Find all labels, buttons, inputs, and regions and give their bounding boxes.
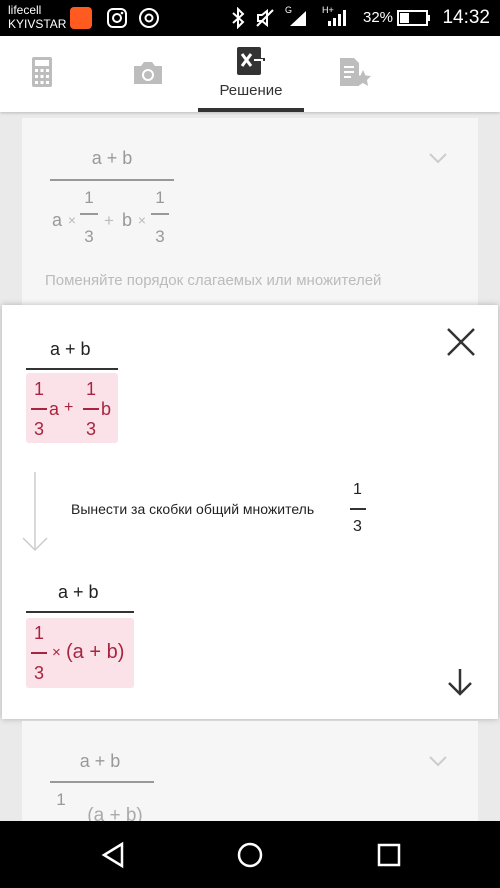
step1-numerator: a + b [50,339,91,359]
next-fraction-bar [50,781,154,783]
navigation-bar [0,821,500,888]
step1-frac-bar-b [83,408,99,410]
den-one-1: 1 [84,188,94,207]
app-notification-icon [70,7,92,29]
step-factor-den: 3 [353,518,362,535]
den-frac-bar-1 [80,213,98,215]
battery-icon [397,10,430,26]
tab-calculator[interactable] [0,36,95,112]
chrome-icon [139,8,159,28]
step2-paren: (a + b) [66,641,125,663]
clock: 14:32 [442,7,490,28]
carrier-name: lifecell KYIVSTAR [8,3,66,31]
solution-icon [237,47,265,75]
step-factor-num: 1 [353,481,362,498]
step-description: Вынести за скобки общий множитель [71,501,315,517]
den-three-1: 3 [84,227,94,246]
tab-solution[interactable] [198,36,304,112]
step2-one: 1 [34,623,45,643]
camera-icon [134,62,162,84]
next-numerator: a + b [79,751,121,771]
favorites-icon [340,58,371,86]
step1-three-b: 3 [86,419,97,439]
step2-fraction-bar [26,611,134,613]
den-three-2: 3 [155,227,165,246]
signal-strength-icon-2 [328,10,346,26]
carrier-line2: KYIVSTAR [8,17,67,31]
bluetooth-icon [232,7,245,29]
step1-one-b: 1 [86,379,97,399]
back-icon[interactable] [100,841,128,869]
tab-solution-label: Решение [219,82,283,99]
step1-a: a [49,399,60,419]
step1-frac-bar-a [31,408,47,410]
step-arrow-icon [22,472,48,552]
step-detail-panel: a + b 1 3 a + 1 3 b Вынести за скобки об… [2,305,498,719]
den-a: a [51,210,62,230]
den-times: × [67,212,77,228]
step1-fraction-bar [26,368,118,370]
active-tab-indicator [198,108,304,112]
den-b: b [121,210,132,230]
next-step-card[interactable]: a + b 1 (a + b) [22,721,478,821]
next-den-tail: (a + b) [87,805,143,821]
mute-icon [256,8,274,28]
carrier-line1: lifecell [8,3,42,17]
home-icon[interactable] [236,841,264,869]
tab-bar: Решение [0,36,500,112]
instagram-icon [107,8,127,28]
calculator-icon [32,57,52,87]
step2-numerator: a + b [58,582,99,602]
den-one-2: 1 [155,188,165,207]
next-den-one: 1 [56,790,66,809]
den-frac-bar-2 [151,213,169,215]
tab-favorites[interactable] [305,36,400,112]
step1-three-a: 3 [34,419,45,439]
step2-times: × [52,644,61,661]
den-times-2: × [137,212,147,228]
arrow-down-icon[interactable] [446,667,474,697]
step1-plus: + [64,399,74,416]
battery-percent: 32% [363,9,394,26]
step2-frac-bar [31,652,47,654]
fraction-bar [50,179,174,181]
den-plus: + [104,211,114,230]
signal-strength-icon [290,11,306,26]
step1-one-a: 1 [34,379,45,399]
numerator: a + b [91,148,133,168]
chevron-down-icon[interactable] [428,152,448,164]
chevron-down-icon-2[interactable] [428,755,448,767]
status-bar: lifecell KYIVSTAR G H+ 32% 14:32 [0,0,500,36]
hint-text: Поменяйте порядок слагаемых или множител… [45,272,382,289]
close-icon[interactable] [446,327,476,357]
recents-icon[interactable] [376,842,402,868]
step2-three: 3 [34,663,45,683]
tab-camera[interactable] [100,36,195,112]
step1-b: b [101,399,112,419]
step-factor-bar [350,508,366,510]
